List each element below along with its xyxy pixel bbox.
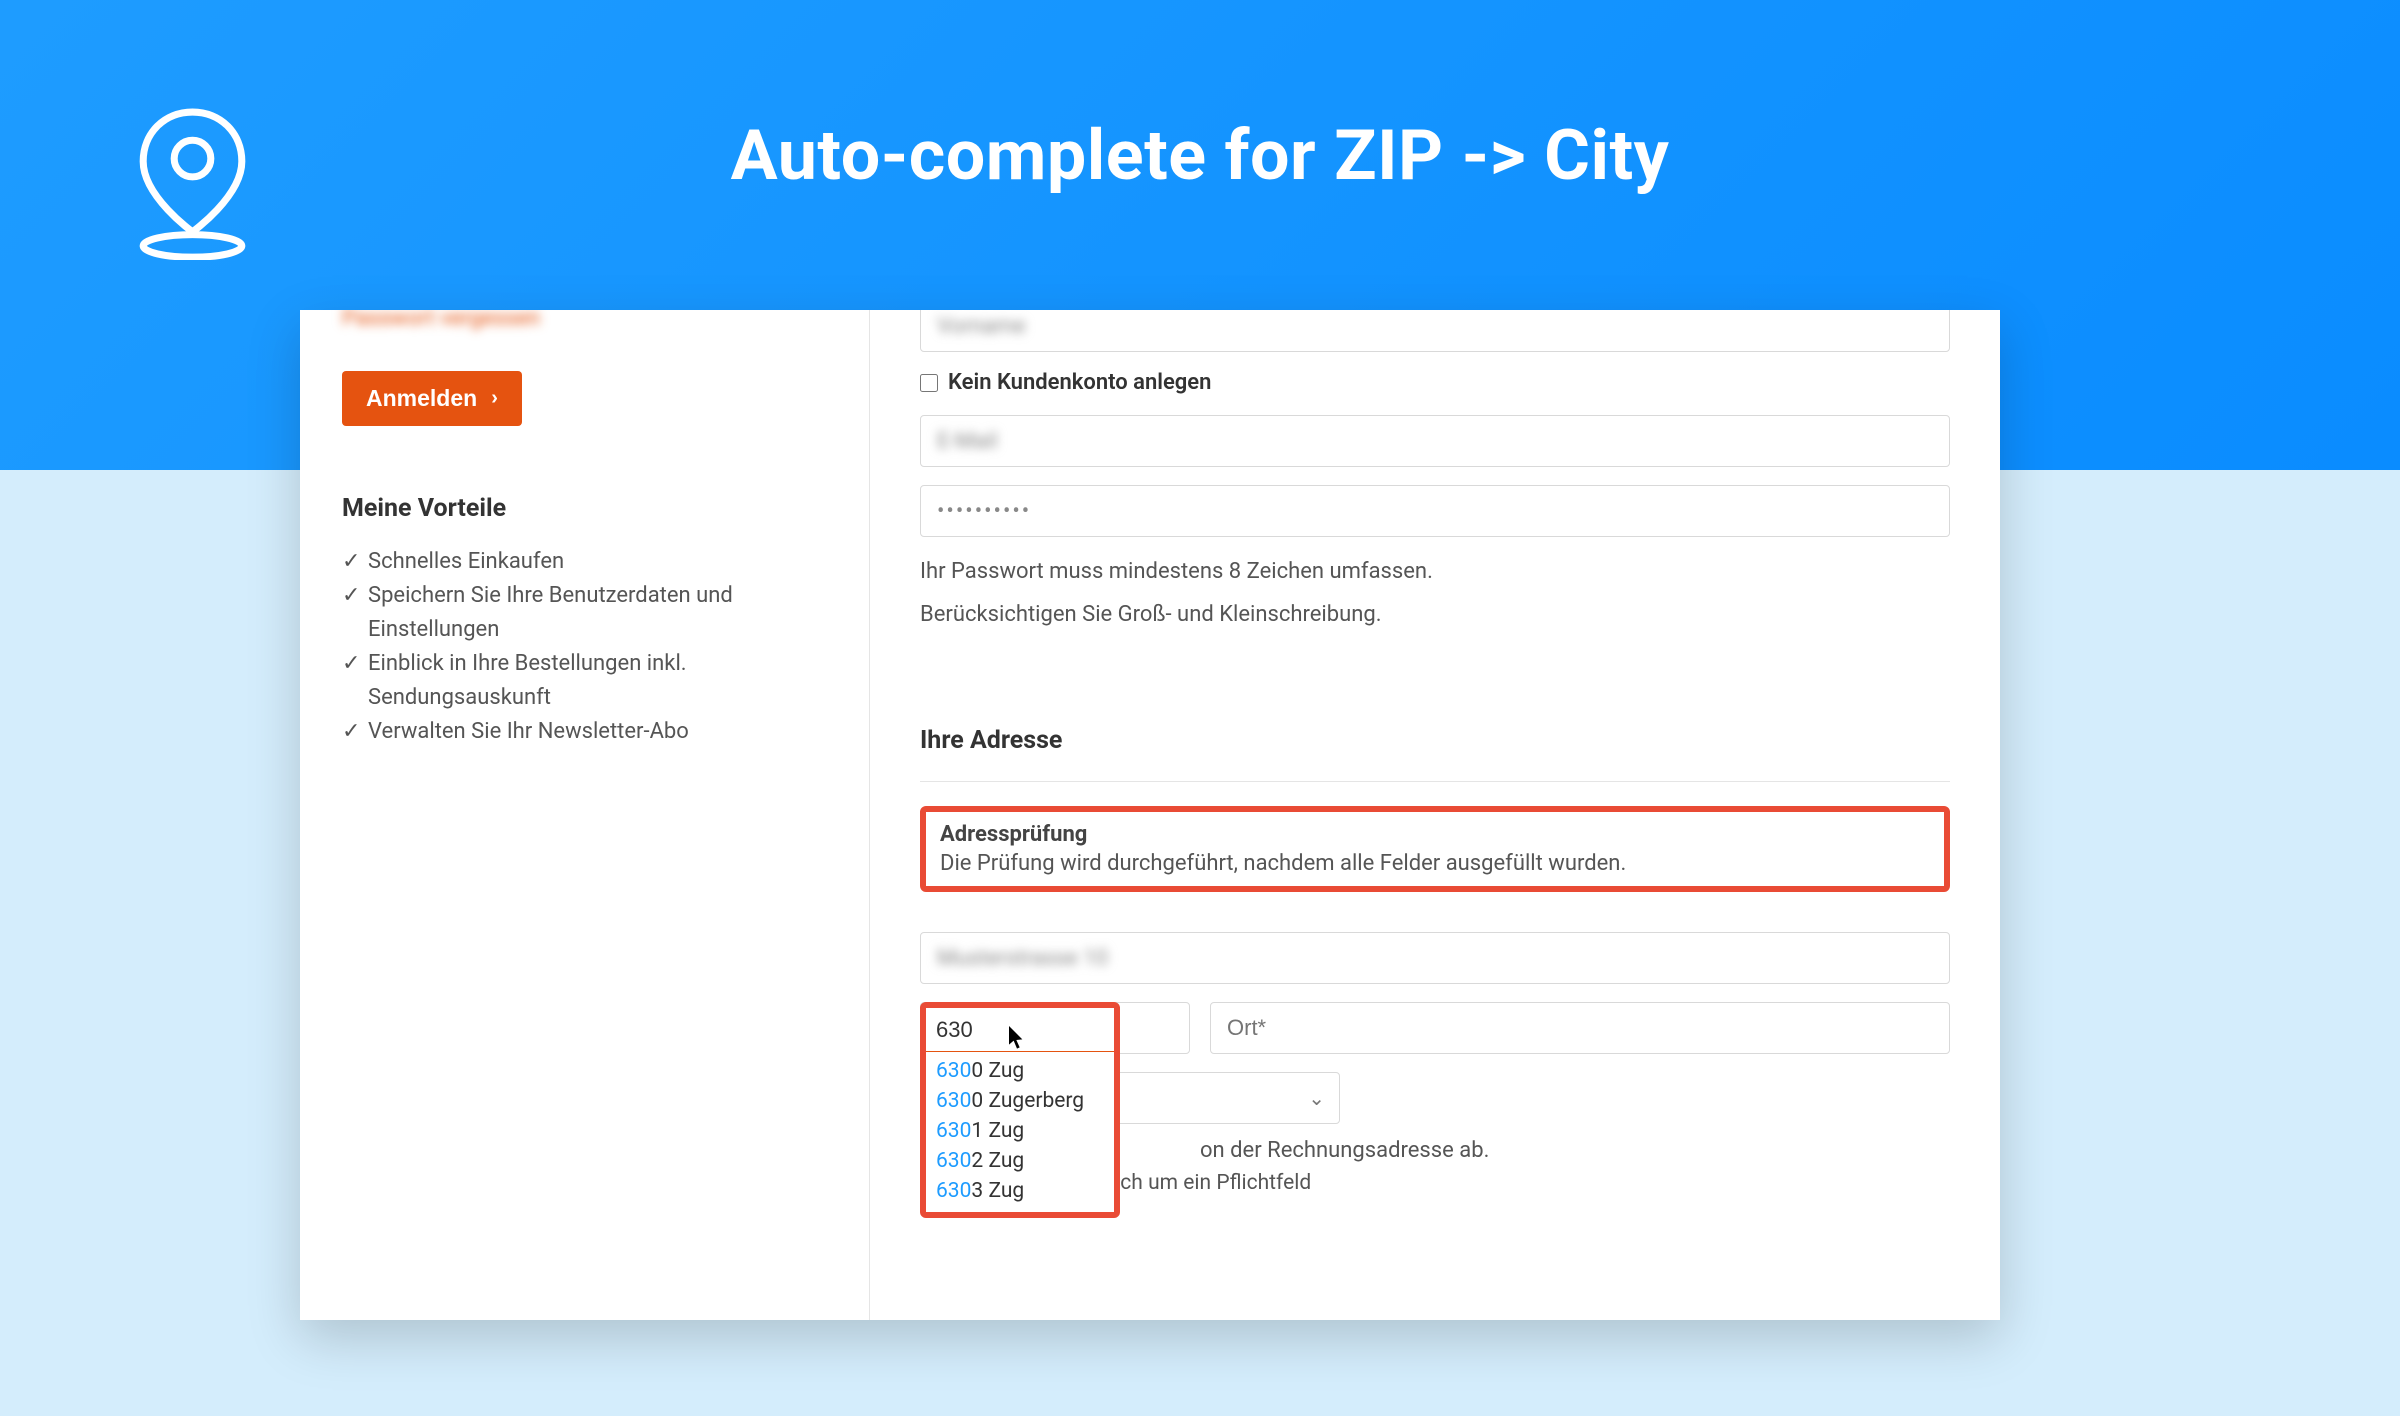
address-validation-callout: Adressprüfung Die Prüfung wird durchgefü… xyxy=(920,806,1950,892)
benefits-heading: Meine Vorteile xyxy=(342,494,827,523)
callout-title: Adressprüfung xyxy=(940,822,1930,847)
screenshot-card: Passwort vergessen Anmelden › Meine Vort… xyxy=(300,310,2000,1320)
list-item: Verwalten Sie Ihr Newsletter-Abo xyxy=(342,715,827,749)
callout-text: Die Prüfung wird durchgeführt, nachdem a… xyxy=(940,851,1930,876)
street-field[interactable]: Musterstrasse 10 xyxy=(920,932,1950,984)
list-item: Schnelles Einkaufen xyxy=(342,545,827,579)
no-account-label: Kein Kundenkonto anlegen xyxy=(948,370,1211,395)
zip-suggestions: 6300 Zug 6300 Zugerberg 6301 Zug 6302 Zu… xyxy=(926,1052,1114,1212)
firstname-field[interactable]: Vorname xyxy=(920,310,1950,352)
hero-title: Auto-complete for ZIP -> City xyxy=(731,115,1670,197)
chevron-right-icon: › xyxy=(491,387,498,410)
chevron-down-icon: ⌄ xyxy=(1308,1086,1325,1110)
no-account-checkbox[interactable] xyxy=(920,374,938,392)
zip-input[interactable] xyxy=(926,1008,1114,1052)
login-button[interactable]: Anmelden › xyxy=(342,371,522,426)
suggestion-item[interactable]: 6301 Zug xyxy=(926,1116,1114,1146)
list-item: Speichern Sie Ihre Benutzerdaten und Ein… xyxy=(342,579,827,647)
city-input[interactable] xyxy=(1210,1002,1950,1054)
suggestion-item[interactable]: 6300 Zug xyxy=(926,1056,1114,1086)
list-item: Einblick in Ihre Bestellungen inkl. Send… xyxy=(342,647,827,715)
password-field[interactable]: •••••••••• xyxy=(920,485,1950,537)
no-account-checkbox-row[interactable]: Kein Kundenkonto anlegen xyxy=(920,370,1950,395)
suggestion-item[interactable]: 6302 Zug xyxy=(926,1146,1114,1176)
zip-autocomplete-highlight: 6300 Zug 6300 Zugerberg 6301 Zug 6302 Zu… xyxy=(920,1002,1120,1218)
divider xyxy=(920,781,1950,782)
form-main: Vorname Kein Kundenkonto anlegen E-Mail … xyxy=(870,310,2000,1320)
address-heading: Ihre Adresse xyxy=(920,726,1950,755)
sidebar: Passwort vergessen Anmelden › Meine Vort… xyxy=(300,310,870,1320)
email-field[interactable]: E-Mail xyxy=(920,415,1950,467)
location-pin-icon xyxy=(120,105,265,264)
suggestion-item[interactable]: 6303 Zug xyxy=(926,1176,1114,1206)
suggestion-item[interactable]: 6300 Zugerberg xyxy=(926,1086,1114,1116)
password-hint-2: Berücksichtigen Sie Groß- und Kleinschre… xyxy=(920,598,1950,631)
forgot-password-link[interactable]: Passwort vergessen xyxy=(342,310,540,331)
password-hint: Ihr Passwort muss mindestens 8 Zeichen u… xyxy=(920,555,1950,588)
benefits-list: Schnelles Einkaufen Speichern Sie Ihre B… xyxy=(342,545,827,750)
zip-city-row: 6300 Zug 6300 Zugerberg 6301 Zug 6302 Zu… xyxy=(920,1002,1950,1054)
login-button-label: Anmelden xyxy=(366,385,477,412)
